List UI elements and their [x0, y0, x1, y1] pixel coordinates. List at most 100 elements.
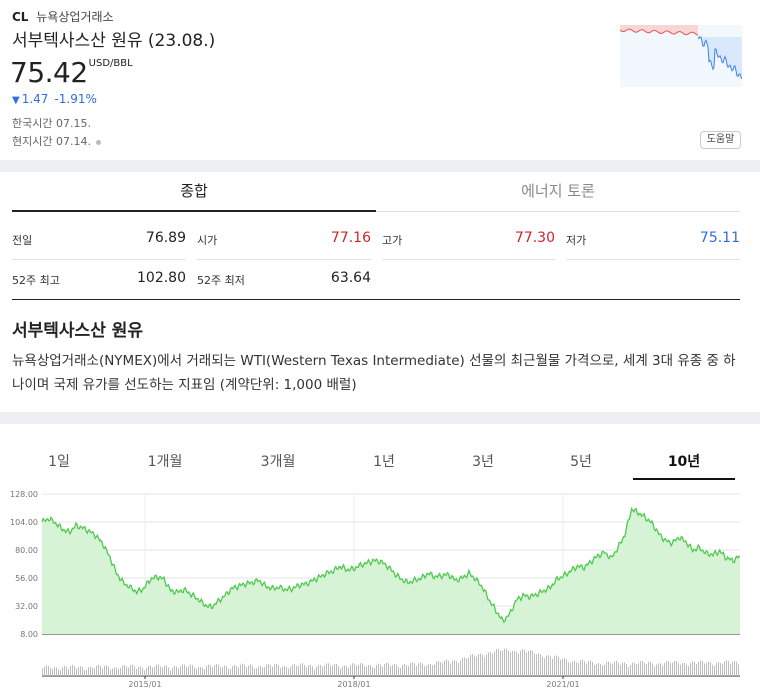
volume-bar: [48, 665, 49, 676]
volume-bar: [412, 662, 413, 676]
volume-bar: [46, 665, 47, 676]
volume-bar: [448, 660, 449, 676]
volume-bar: [222, 666, 223, 676]
volume-bar: [144, 670, 145, 676]
volume-bar: [664, 663, 665, 676]
volume-bar: [340, 668, 341, 676]
volume-bar: [218, 664, 219, 676]
volume-bar: [468, 657, 469, 676]
volume-bar: [524, 649, 525, 676]
volume-bar: [314, 669, 315, 676]
y-tick-label: 80.00: [15, 546, 38, 555]
volume-bar: [720, 662, 721, 676]
volume-bar: [598, 662, 599, 676]
volume-bar: [572, 661, 573, 676]
volume-bar: [198, 666, 199, 676]
price-line: 75.42USD/BBL: [10, 56, 133, 89]
volume-bar: [522, 649, 523, 676]
volume-bar: [672, 662, 673, 676]
period-3m[interactable]: 3개월: [227, 446, 329, 480]
description-body: 뉴욕상업거래소(NYMEX)에서 거래되는 WTI(Western Texas …: [12, 353, 736, 393]
volume-bar: [438, 660, 439, 676]
volume-bar: [398, 667, 399, 676]
volume-bar: [618, 662, 619, 676]
volume-bar: [108, 666, 109, 676]
volume-bar: [724, 661, 725, 676]
volume-bar: [236, 665, 237, 676]
volume-bar: [196, 668, 197, 676]
volume-bar: [100, 666, 101, 676]
help-button[interactable]: 도움말: [700, 131, 741, 149]
volume-bar: [478, 654, 479, 676]
volume-bar: [286, 666, 287, 676]
volume-bar: [192, 664, 193, 676]
stat-label: 전일: [12, 234, 33, 247]
volume-bar: [114, 667, 115, 676]
period-10y[interactable]: 10년: [633, 446, 735, 480]
volume-bar: [276, 663, 277, 676]
volume-bar: [52, 668, 53, 676]
volume-bar: [124, 664, 125, 676]
volume-bar: [308, 665, 309, 676]
volume-bar: [442, 663, 443, 676]
volume-bar: [224, 665, 225, 676]
volume-bar: [310, 664, 311, 676]
volume-bar: [446, 659, 447, 676]
down-arrow-icon: ▼: [12, 95, 20, 106]
period-3y[interactable]: 3년: [432, 446, 534, 480]
volume-bar: [354, 663, 355, 676]
volume-bar: [84, 669, 85, 676]
volume-bar: [642, 660, 643, 676]
local-time-row: 현지시간 07.14.: [12, 133, 101, 149]
period-1d[interactable]: 1일: [8, 446, 110, 480]
volume-bar: [76, 668, 77, 676]
volume-bar: [606, 662, 607, 676]
volume-bar: [668, 661, 669, 676]
volume-bar: [242, 663, 243, 676]
volume-bar: [428, 664, 429, 676]
volume-bar: [234, 664, 235, 676]
volume-bar: [426, 665, 427, 676]
mini-chart[interactable]: [620, 20, 742, 92]
volume-bar: [278, 665, 279, 676]
tab-energy-discussion[interactable]: 에너지 토론: [376, 172, 740, 212]
volume-bar: [578, 663, 579, 676]
volume-bar: [424, 666, 425, 676]
volume-bar: [176, 666, 177, 676]
volume-bar: [288, 668, 289, 676]
volume-bar: [662, 665, 663, 676]
volume-bar: [532, 650, 533, 676]
volume-bar: [350, 665, 351, 676]
volume-bar: [74, 665, 75, 676]
volume-bar: [386, 662, 387, 676]
volume-bar: [168, 667, 169, 676]
volume-bar: [322, 666, 323, 676]
volume-bar: [482, 654, 483, 676]
volume-bar: [368, 665, 369, 676]
volume-bar: [154, 666, 155, 676]
volume-bar: [550, 656, 551, 676]
volume-bar: [680, 664, 681, 676]
y-tick-label: 8.00: [20, 630, 38, 639]
volume-bar: [502, 650, 503, 676]
volume-bar: [608, 661, 609, 676]
volume-bar: [344, 665, 345, 676]
volume-bar: [184, 664, 185, 676]
volume-bar: [570, 662, 571, 676]
volume-bar: [582, 659, 583, 676]
volume-bar: [262, 667, 263, 676]
tab-summary[interactable]: 종합: [12, 172, 376, 212]
period-1y[interactable]: 1년: [333, 446, 435, 480]
period-1m[interactable]: 1개월: [114, 446, 216, 480]
stat-value: 77.30: [514, 230, 555, 246]
volume-bar: [530, 649, 531, 676]
period-5y[interactable]: 5년: [530, 446, 632, 480]
y-tick-label: 128.00: [10, 490, 38, 499]
volume-bar: [96, 665, 97, 676]
volume-bar: [466, 658, 467, 676]
volume-bar: [536, 654, 537, 676]
volume-bar: [602, 665, 603, 676]
price-chart-10y[interactable]: 128.00104.0080.0056.0032.008.00 2015/01 2…: [0, 484, 760, 697]
volume-bar: [280, 668, 281, 676]
volume-bar: [414, 663, 415, 676]
